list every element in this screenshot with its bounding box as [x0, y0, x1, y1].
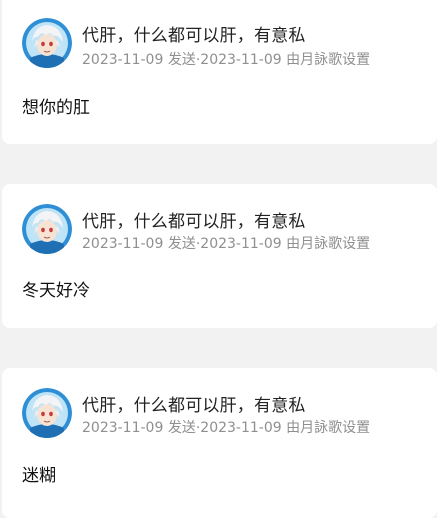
avatar[interactable] [22, 18, 72, 68]
sent-date: 2023-11-09 [82, 236, 164, 252]
comment-card: 代肝，什么都可以肝，有意私 2023-11-09 发送·2023-11-09 由… [2, 184, 437, 328]
edited-date: 2023-11-09 [200, 420, 282, 436]
comment-text: 迷糊 [22, 466, 56, 486]
edited-date: 2023-11-09 [200, 52, 282, 68]
edited-date: 2023-11-09 [200, 236, 282, 252]
comment-meta: 2023-11-09 发送·2023-11-09 由月詠歌设置 [82, 49, 370, 69]
sent-label: 发送 [167, 420, 196, 436]
anime-avatar-icon [22, 388, 72, 438]
comment-meta: 2023-11-09 发送·2023-11-09 由月詠歌设置 [82, 417, 370, 437]
edited-label: 由月詠歌设置 [286, 52, 371, 68]
edited-label: 由月詠歌设置 [286, 420, 371, 436]
avatar[interactable] [22, 388, 72, 438]
comment-feed: 代肝，什么都可以肝，有意私 2023-11-09 发送·2023-11-09 由… [0, 0, 437, 518]
avatar[interactable] [22, 204, 72, 254]
sent-label: 发送 [167, 52, 196, 68]
edited-label: 由月詠歌设置 [286, 236, 371, 252]
sent-date: 2023-11-09 [82, 420, 164, 436]
sent-label: 发送 [167, 236, 196, 252]
author-name[interactable]: 代肝，什么都可以肝，有意私 [82, 207, 306, 232]
anime-avatar-icon [22, 18, 72, 68]
author-name[interactable]: 代肝，什么都可以肝，有意私 [82, 391, 306, 416]
comment-card: 代肝，什么都可以肝，有意私 2023-11-09 发送·2023-11-09 由… [2, 0, 437, 144]
anime-avatar-icon [22, 204, 72, 254]
comment-text: 想你的肛 [22, 98, 90, 118]
author-name[interactable]: 代肝，什么都可以肝，有意私 [82, 21, 306, 46]
comment-card: 代肝，什么都可以肝，有意私 2023-11-09 发送·2023-11-09 由… [2, 368, 437, 518]
sent-date: 2023-11-09 [82, 52, 164, 68]
comment-text: 冬天好冷 [22, 281, 90, 301]
comment-meta: 2023-11-09 发送·2023-11-09 由月詠歌设置 [82, 233, 370, 253]
